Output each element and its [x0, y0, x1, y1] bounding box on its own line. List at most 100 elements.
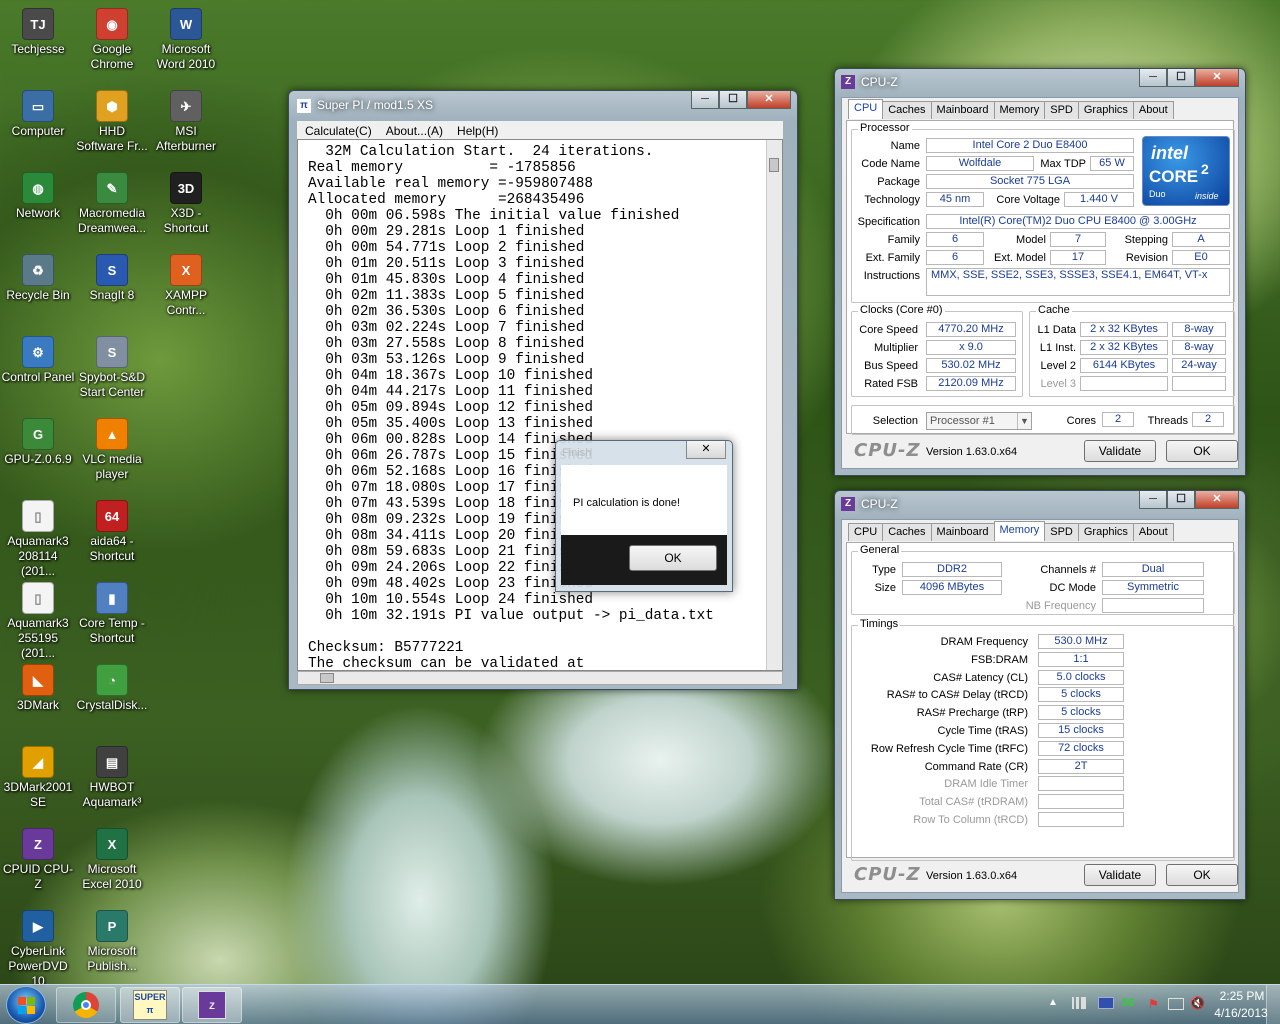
desktop-icon-aquamark2[interactable]: ▯ Aquamark3 255195 (201...	[0, 582, 76, 661]
close-button[interactable]: ✕	[1195, 491, 1239, 509]
output-line: 0h 09m 48.402s Loop 23 finished	[308, 576, 593, 592]
dialog-ok-button[interactable]: OK	[629, 545, 717, 571]
cpuz-titlebar[interactable]: Z CPU-Z ─ ☐ ✕	[835, 491, 1245, 519]
tab-about[interactable]: About	[1132, 101, 1174, 119]
desktop-icon-word[interactable]: W Microsoft Word 2010	[148, 8, 224, 72]
desktop-icon-controlpanel[interactable]: ⚙ Control Panel	[0, 336, 76, 385]
idle-label: DRAM Idle Timer	[944, 778, 1028, 791]
desktop-icon-dreamweaver[interactable]: ✎ Macromedia Dreamwea...	[74, 172, 150, 236]
display-tray-icon[interactable]	[1168, 998, 1184, 1010]
dialog-close-button[interactable]: ✕	[686, 441, 726, 459]
processor-select[interactable]: Processor #1 ▼	[926, 412, 1032, 430]
type-label: Type	[872, 564, 896, 576]
hscroll-thumb[interactable]	[320, 673, 334, 683]
taskbar-superpi[interactable]: SUPER π	[120, 987, 180, 1023]
cpuz-titlebar[interactable]: Z CPU-Z ─ ☐ ✕	[835, 69, 1245, 97]
desktop-icon-publisher[interactable]: P Microsoft Publish...	[74, 910, 150, 974]
processor-group: Processor Name Intel Core 2 Duo E8400 Co…	[851, 122, 1235, 303]
desktop-icon-x3d[interactable]: 3D X3D - Shortcut	[148, 172, 224, 236]
tab-mainboard[interactable]: Mainboard	[930, 101, 995, 119]
menu-calculate[interactable]: Calculate(C)	[305, 124, 372, 138]
desktop-icon-hhd[interactable]: ⬢ HHD Software Fr...	[74, 90, 150, 154]
temperature-tray-value[interactable]: 56	[1122, 997, 1134, 1009]
tab-graphics[interactable]: Graphics	[1077, 523, 1134, 541]
size-label: Size	[874, 582, 896, 594]
maximize-button[interactable]: ☐	[1167, 491, 1195, 509]
show-desktop-button[interactable]	[1266, 985, 1280, 1024]
minimize-button[interactable]: ─	[1139, 491, 1167, 509]
tab-cpu[interactable]: CPU	[848, 99, 884, 119]
desktop-icon-cpuid[interactable]: Z CPUID CPU-Z	[0, 828, 76, 892]
tab-memory[interactable]: Memory	[993, 101, 1046, 119]
desktop-icon-powerdvd[interactable]: ▶ CyberLink PowerDVD 10	[0, 910, 76, 989]
tab-caches[interactable]: Caches	[882, 523, 932, 541]
minimize-button[interactable]: ─	[1139, 69, 1167, 87]
clock-date[interactable]: 4/16/2013	[1208, 1006, 1274, 1020]
desktop-icon-computer[interactable]: ▭ Computer	[0, 90, 76, 139]
desktop-icon-3dmark[interactable]: ◣ 3DMark	[0, 664, 76, 713]
tab-about[interactable]: About	[1132, 523, 1174, 541]
desktop-icon-chrome[interactable]: ◉ Google Chrome	[74, 8, 150, 72]
tab-memory[interactable]: Memory	[993, 521, 1046, 541]
maximize-button[interactable]: ☐	[1167, 69, 1195, 87]
close-button[interactable]: ✕	[747, 91, 791, 109]
tab-caches[interactable]: Caches	[882, 101, 932, 119]
cpuz-cpu-window[interactable]: Z CPU-Z ─ ☐ ✕ CPU Caches Mainboard Memory SP…	[834, 68, 1246, 476]
maximize-button[interactable]: ☐	[719, 91, 747, 109]
excel-icon: X	[96, 828, 128, 860]
publisher-icon: P	[96, 910, 128, 942]
desktop-icon-network[interactable]: ◍ Network	[0, 172, 76, 221]
horizontal-scrollbar[interactable]	[297, 671, 783, 685]
dialog-title: Finish	[562, 447, 592, 459]
superpi-titlebar[interactable]: π Super PI / mod1.5 XS ─ ☐ ✕	[289, 91, 797, 119]
desktop-icon-hwbot[interactable]: ▤ HWBOT Aquamark³	[74, 746, 150, 810]
desktop-icon-3dmark2001[interactable]: ◢ 3DMark2001 SE	[0, 746, 76, 810]
output-line: 0h 06m 52.168s Loop 16 finished	[308, 464, 593, 480]
desktop-icon-coretemp[interactable]: ▮ Core Temp - Shortcut	[74, 582, 150, 646]
desktop-icon-vlc[interactable]: ▲ VLC media player	[74, 418, 150, 482]
show-hidden-icons-button[interactable]: ▲	[1048, 997, 1058, 1008]
menu-help[interactable]: Help(H)	[457, 124, 498, 138]
desktop-icon-crystaldisk[interactable]: ◔ CrystalDisk...	[74, 664, 150, 713]
start-button[interactable]	[6, 986, 46, 1024]
menu-about[interactable]: About...(A)	[386, 124, 443, 138]
tab-spd[interactable]: SPD	[1044, 101, 1079, 119]
core-text: CORE	[1149, 167, 1199, 186]
l1i-value: 2 x 32 KBytes	[1080, 340, 1168, 355]
technology-value: 45 nm	[926, 192, 984, 207]
superpi-window[interactable]: π Super PI / mod1.5 XS ─ ☐ ✕ Calculate(C…	[288, 90, 798, 690]
tab-spd[interactable]: SPD	[1044, 523, 1079, 541]
desktop-icon-spybot[interactable]: S Spybot-S&D Start Center	[74, 336, 150, 400]
clock-time[interactable]: 2:25 PM	[1214, 989, 1270, 1003]
desktop-icon-excel[interactable]: X Microsoft Excel 2010	[74, 828, 150, 892]
volume-muted-icon[interactable]: 🔇	[1190, 996, 1205, 1010]
vertical-scrollbar[interactable]	[766, 140, 782, 670]
taskbar-cpuz[interactable]: Z	[182, 987, 242, 1023]
ok-button[interactable]: OK	[1166, 440, 1238, 462]
desktop-icon-aida64[interactable]: 64 aida64 - Shortcut	[74, 500, 150, 564]
desktop-icon-techjesse[interactable]: TJ Techjesse	[0, 8, 76, 57]
scroll-thumb[interactable]	[769, 158, 779, 172]
desktop-icon-xampp[interactable]: X XAMPP Contr...	[148, 254, 224, 318]
flag-tray-icon[interactable]: ⚑	[1148, 997, 1162, 1011]
desktop-icon-recycle[interactable]: ♻ Recycle Bin	[0, 254, 76, 303]
close-button[interactable]: ✕	[1195, 69, 1239, 87]
network-tray-icon[interactable]	[1072, 997, 1086, 1009]
minimize-button[interactable]: ─	[691, 91, 719, 109]
computer-icon: ▭	[22, 90, 54, 122]
validate-button[interactable]: Validate	[1084, 440, 1156, 462]
validate-button[interactable]: Validate	[1084, 864, 1156, 886]
tab-cpu[interactable]: CPU	[848, 523, 884, 541]
output-line: 0h 01m 45.830s Loop 4 finished	[308, 272, 585, 288]
desktop-icon-gpuz[interactable]: G GPU-Z.0.6.9	[0, 418, 76, 467]
desktop-icon-msi[interactable]: ✈ MSI Afterburner	[148, 90, 224, 154]
cpuz-memory-window[interactable]: Z CPU-Z ─ ☐ ✕ CPU Caches Mainboard Memory SP…	[834, 490, 1246, 900]
desktop-icon-snagit[interactable]: S SnagIt 8	[74, 254, 150, 303]
ok-button[interactable]: OK	[1166, 864, 1238, 886]
desktop-icon-aquamark1[interactable]: ▯ Aquamark3 208114 (201...	[0, 500, 76, 579]
finish-dialog[interactable]: Finish ✕ PI calculation is done! OK	[555, 440, 733, 592]
tab-mainboard[interactable]: Mainboard	[930, 523, 995, 541]
gpu-tray-icon[interactable]	[1098, 997, 1114, 1009]
tab-graphics[interactable]: Graphics	[1077, 101, 1134, 119]
taskbar-chrome[interactable]	[56, 987, 116, 1023]
